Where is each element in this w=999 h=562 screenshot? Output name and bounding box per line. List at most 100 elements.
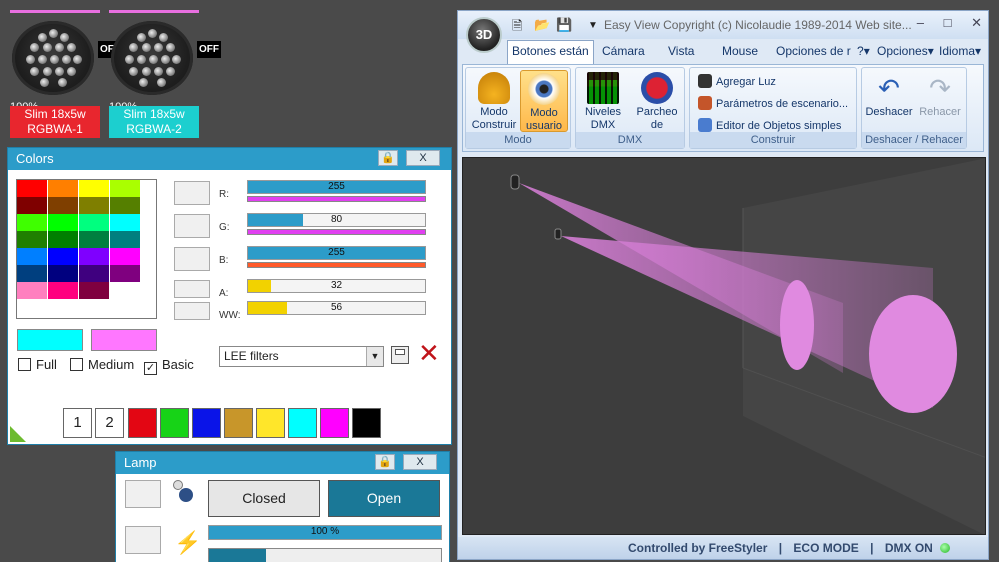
tab-help[interactable]: ?▾ xyxy=(857,44,870,58)
niveles-dmx-button[interactable]: Niveles DMX xyxy=(579,70,627,132)
palette-swatch[interactable] xyxy=(79,197,109,214)
tab-idioma[interactable]: Idioma▾ xyxy=(939,44,981,58)
parametros-escenario-button[interactable]: Parámetros de escenario... xyxy=(698,96,848,110)
palette-swatch[interactable] xyxy=(79,265,109,282)
channel-slider[interactable]: 56 xyxy=(247,301,426,315)
tab-opciones[interactable]: Opciones▾ xyxy=(877,44,934,58)
open-folder-icon[interactable]: 📂 xyxy=(534,17,550,33)
palette-swatch[interactable] xyxy=(110,282,140,299)
tab-camara[interactable]: Cámara xyxy=(602,44,645,58)
palette-swatch[interactable] xyxy=(110,180,140,197)
palette-swatch[interactable] xyxy=(48,248,78,265)
palette-swatch[interactable] xyxy=(79,231,109,248)
quick-access-dropdown-icon[interactable]: ▼ xyxy=(588,20,598,31)
tab-mouse[interactable]: Mouse xyxy=(722,44,758,58)
palette-swatch[interactable] xyxy=(48,214,78,231)
channel-color-button[interactable] xyxy=(174,214,210,238)
rehacer-button[interactable]: ↷ Rehacer xyxy=(916,70,964,132)
channel-slider[interactable]: 80 xyxy=(247,213,426,227)
fixture-slim-1[interactable]: OFF 100% Slim 18x5wRGBWA-1 xyxy=(10,10,122,138)
save-icon[interactable] xyxy=(391,346,409,364)
palette-swatch[interactable] xyxy=(110,197,140,214)
dimmer-color-button[interactable] xyxy=(125,526,161,554)
palette-swatch[interactable] xyxy=(110,214,140,231)
close-button[interactable]: X xyxy=(403,454,437,470)
closed-button[interactable]: Closed xyxy=(208,480,320,517)
lock-icon[interactable]: 🔒 xyxy=(375,454,395,470)
preset-2[interactable]: 2 xyxy=(95,408,124,438)
agregar-luz-button[interactable]: Agregar Luz xyxy=(698,74,776,88)
speed-tab-active[interactable] xyxy=(209,549,266,562)
channel-color-button[interactable] xyxy=(174,181,210,205)
palette-swatch[interactable] xyxy=(110,265,140,282)
channel-color-button[interactable] xyxy=(174,302,210,320)
chevron-down-icon[interactable]: ▼ xyxy=(366,347,383,366)
new-file-icon[interactable]: 🗎 xyxy=(512,17,522,39)
preset-color-swatch[interactable] xyxy=(224,408,253,438)
preset-color-swatch[interactable] xyxy=(256,408,285,438)
palette-swatch[interactable] xyxy=(48,282,78,299)
palette-swatch[interactable] xyxy=(17,180,47,197)
palette-swatch[interactable] xyxy=(17,214,47,231)
current-color-swatch-2[interactable] xyxy=(91,329,157,351)
preset-color-swatch[interactable] xyxy=(128,408,157,438)
palette-swatch[interactable] xyxy=(110,248,140,265)
checkbox-full[interactable]: Full xyxy=(18,357,57,372)
filter-select[interactable]: LEE filters ▼ xyxy=(219,346,384,367)
palette-swatch[interactable] xyxy=(17,265,47,282)
tab-opciones-r[interactable]: Opciones de r xyxy=(776,44,851,58)
close-button[interactable]: X xyxy=(406,150,440,166)
palette-swatch[interactable] xyxy=(17,231,47,248)
palette-swatch[interactable] xyxy=(79,282,109,299)
speed-tabs[interactable] xyxy=(208,548,442,562)
checkbox-box[interactable]: ✓ xyxy=(144,362,157,375)
lamp-color-button[interactable] xyxy=(125,480,161,508)
preset-color-swatch[interactable] xyxy=(288,408,317,438)
palette-swatch[interactable] xyxy=(79,248,109,265)
dimmer-slider[interactable]: 100 % xyxy=(208,525,442,540)
modo-construir-button[interactable]: Modo Construir xyxy=(470,70,518,132)
channel-color-button[interactable] xyxy=(174,280,210,298)
save-icon[interactable]: 💾 xyxy=(556,17,572,33)
checkbox-basic[interactable]: ✓ Basic xyxy=(144,357,194,375)
app-orb-button[interactable]: 3D xyxy=(466,17,502,53)
palette-swatch[interactable] xyxy=(48,180,78,197)
editor-objetos-button[interactable]: Editor de Objetos simples xyxy=(698,118,841,132)
palette-swatch[interactable] xyxy=(79,214,109,231)
channel-slider[interactable]: 32 xyxy=(247,279,426,293)
palette-swatch[interactable] xyxy=(48,231,78,248)
add-corner-icon[interactable] xyxy=(10,426,26,442)
tab-botones[interactable]: Botones están xyxy=(507,40,594,64)
current-color-swatch-1[interactable] xyxy=(17,329,83,351)
preset-1[interactable]: 1 xyxy=(63,408,92,438)
lock-icon[interactable]: 🔒 xyxy=(378,150,398,166)
preset-color-swatch[interactable] xyxy=(192,408,221,438)
palette-swatch[interactable] xyxy=(17,282,47,299)
open-button[interactable]: Open xyxy=(328,480,440,517)
maximize-icon[interactable]: □ xyxy=(944,15,952,30)
preset-color-swatch[interactable] xyxy=(352,408,381,438)
palette-swatch[interactable] xyxy=(48,197,78,214)
palette-swatch[interactable] xyxy=(110,231,140,248)
fixture-slim-2[interactable]: OFF 100% Slim 18x5wRGBWA-2 xyxy=(109,10,221,138)
tab-vista[interactable]: Vista xyxy=(668,44,694,58)
palette-swatch[interactable] xyxy=(48,265,78,282)
preset-color-swatch[interactable] xyxy=(320,408,349,438)
palette-swatch[interactable] xyxy=(17,197,47,214)
palette-swatch[interactable] xyxy=(79,180,109,197)
palette-swatch[interactable] xyxy=(17,248,47,265)
preset-color-swatch[interactable] xyxy=(160,408,189,438)
modo-usuario-button[interactable]: Modo usuario xyxy=(520,70,568,132)
close-icon[interactable]: ✕ xyxy=(971,15,982,30)
checkbox-box[interactable] xyxy=(18,358,31,371)
checkbox-medium[interactable]: Medium xyxy=(70,357,134,372)
checkbox-box[interactable] xyxy=(70,358,83,371)
3d-viewport[interactable] xyxy=(462,157,986,535)
channel-color-button[interactable] xyxy=(174,247,210,271)
channel-slider[interactable]: 255 xyxy=(247,246,426,260)
minimize-icon[interactable]: – xyxy=(917,15,924,30)
channel-slider[interactable]: 255 xyxy=(247,180,426,194)
delete-icon[interactable]: ✕ xyxy=(418,340,440,366)
parcheo-universos-button[interactable]: Parcheo de Universos xyxy=(631,70,683,144)
deshacer-button[interactable]: ↶ Deshacer xyxy=(865,70,913,132)
